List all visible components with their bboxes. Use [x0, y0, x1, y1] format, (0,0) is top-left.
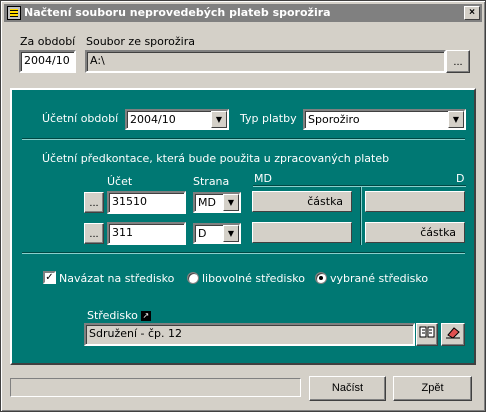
- center-label: Středisko: [87, 309, 138, 322]
- account-field[interactable]: 31510: [107, 191, 186, 214]
- account-period-select[interactable]: 2004/10 ▼: [125, 109, 229, 130]
- radio-any-center[interactable]: [187, 272, 199, 284]
- col-side-header: Strana: [193, 175, 230, 188]
- d-amount-field[interactable]: [365, 191, 465, 212]
- side-value: MD: [198, 196, 216, 209]
- link-center-checkbox[interactable]: ✓: [43, 271, 56, 284]
- radio-any-center-label[interactable]: libovolné středisko: [202, 272, 305, 285]
- account-period-value: 2004/10: [130, 113, 176, 126]
- md-amount-field[interactable]: částka: [252, 191, 352, 212]
- link-center-label[interactable]: Navázat na středisko: [59, 272, 174, 285]
- file-label: Soubor ze sporožira: [86, 35, 196, 48]
- radio-selected-center-label[interactable]: vybrané středisko: [330, 272, 428, 285]
- period-field[interactable]: 2004/10: [19, 50, 76, 73]
- progress-bar: [10, 378, 301, 397]
- payment-type-select[interactable]: Sporožiro ▼: [303, 109, 466, 130]
- payment-type-value: Sporožiro: [308, 113, 360, 126]
- chevron-down-icon[interactable]: ▼: [211, 111, 227, 128]
- side-value: D: [198, 227, 207, 240]
- close-button[interactable]: ×: [464, 6, 480, 20]
- chevron-down-icon[interactable]: ▼: [223, 194, 239, 211]
- side-select[interactable]: MD ▼: [193, 192, 241, 213]
- col-d-header: D: [456, 172, 465, 185]
- payment-type-label: Typ platby: [240, 112, 297, 125]
- title-bar: Načtení souboru neprovedebých plateb spo…: [4, 4, 482, 22]
- load-button[interactable]: Načíst: [309, 376, 386, 401]
- book-lookup-button[interactable]: [416, 323, 438, 346]
- dialog-window: Načtení souboru neprovedebých plateb spo…: [0, 0, 486, 412]
- md-d-vertical-divider: [360, 187, 362, 245]
- radio-selected-center[interactable]: [315, 272, 327, 284]
- chevron-down-icon[interactable]: ▼: [448, 111, 464, 128]
- window-title: Načtení souboru neprovedebých plateb spo…: [24, 6, 331, 19]
- center-label-wrap: Středisko ↗: [87, 309, 151, 322]
- browse-account-button[interactable]: ...: [84, 192, 104, 213]
- settings-panel: Účetní období 2004/10 ▼ Typ platby Sporo…: [10, 88, 476, 365]
- d-amount-field[interactable]: částka: [365, 222, 465, 243]
- precontation-label: Účetní předkontace, která bude použita u…: [42, 152, 390, 165]
- side-select[interactable]: D ▼: [193, 223, 241, 244]
- divider: [22, 138, 465, 140]
- eraser-icon: [446, 326, 460, 339]
- divider: [22, 252, 465, 254]
- col-account-header: Účet: [107, 175, 133, 188]
- browse-file-button[interactable]: ...: [446, 50, 470, 73]
- back-button[interactable]: Zpět: [393, 376, 472, 401]
- period-label: Za období: [20, 35, 76, 48]
- browse-account-button[interactable]: ...: [84, 223, 104, 244]
- clear-field-button[interactable]: [441, 323, 465, 346]
- file-path-field[interactable]: A:\: [85, 50, 446, 73]
- col-md-header: MD: [254, 172, 272, 185]
- book-icon: [419, 326, 435, 337]
- md-amount-field[interactable]: [252, 222, 352, 243]
- app-icon: [7, 6, 21, 20]
- account-field[interactable]: 311: [107, 222, 186, 245]
- center-field[interactable]: Sdružení - čp. 12: [84, 323, 415, 346]
- open-link-icon[interactable]: ↗: [140, 311, 151, 321]
- chevron-down-icon[interactable]: ▼: [223, 225, 239, 242]
- account-period-label: Účetní období: [42, 112, 119, 125]
